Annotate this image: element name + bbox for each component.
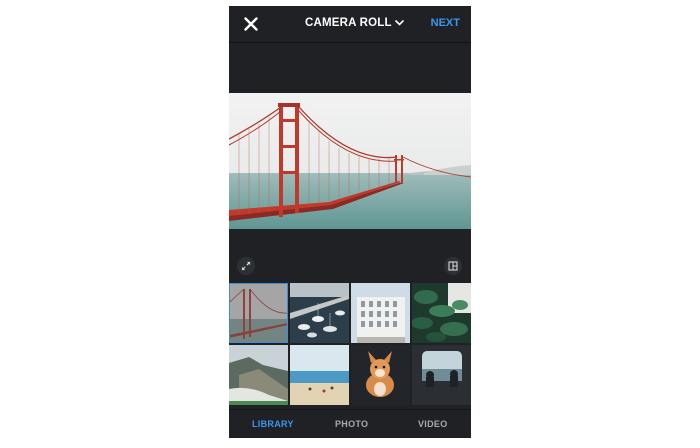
tab-library[interactable]: LIBRARY bbox=[252, 419, 294, 429]
plants-thumbnail bbox=[412, 283, 471, 343]
bridge-thumbnail bbox=[229, 283, 288, 343]
camera-roll-screen: CAMERA ROLL NEXT LIBRARY PHOTO VIDEO bbox=[229, 6, 471, 438]
layout-icon bbox=[448, 261, 458, 271]
gallery-thumb-plants[interactable] bbox=[412, 283, 471, 343]
gallery-thumb-building[interactable] bbox=[351, 283, 410, 343]
gallery-thumb-window[interactable] bbox=[412, 345, 471, 405]
marina-thumbnail bbox=[290, 283, 349, 343]
gallery-thumb-marina[interactable] bbox=[290, 283, 349, 343]
building-thumbnail bbox=[351, 283, 410, 343]
photo-grid bbox=[229, 283, 471, 409]
coastline-thumbnail bbox=[229, 345, 288, 405]
beach-thumbnail bbox=[290, 345, 349, 405]
gallery-thumb-beach[interactable] bbox=[290, 345, 349, 405]
preview-image[interactable] bbox=[229, 93, 471, 229]
close-icon bbox=[244, 17, 258, 31]
window-thumbnail bbox=[412, 345, 471, 405]
layout-button[interactable] bbox=[444, 257, 462, 275]
bottom-tab-bar: LIBRARY PHOTO VIDEO bbox=[229, 409, 471, 438]
tab-photo[interactable]: PHOTO bbox=[335, 419, 368, 429]
divider bbox=[229, 42, 471, 43]
dog-thumbnail bbox=[351, 345, 410, 405]
chevron-down-icon bbox=[394, 19, 404, 26]
close-button[interactable] bbox=[240, 13, 262, 35]
gallery-thumb-dog[interactable] bbox=[351, 345, 410, 405]
camera-roll-dropdown[interactable]: CAMERA ROLL bbox=[305, 17, 404, 33]
top-bar: CAMERA ROLL NEXT bbox=[229, 6, 471, 42]
next-button[interactable]: NEXT bbox=[431, 17, 460, 29]
page-title: CAMERA ROLL bbox=[305, 17, 392, 29]
gallery-thumb-coastline[interactable] bbox=[229, 345, 288, 405]
expand-icon bbox=[241, 261, 251, 271]
tab-video[interactable]: VIDEO bbox=[418, 419, 448, 429]
golden-gate-bridge-photo bbox=[229, 93, 471, 229]
gallery-thumb-bridge[interactable] bbox=[229, 283, 288, 343]
expand-button[interactable] bbox=[237, 257, 255, 275]
